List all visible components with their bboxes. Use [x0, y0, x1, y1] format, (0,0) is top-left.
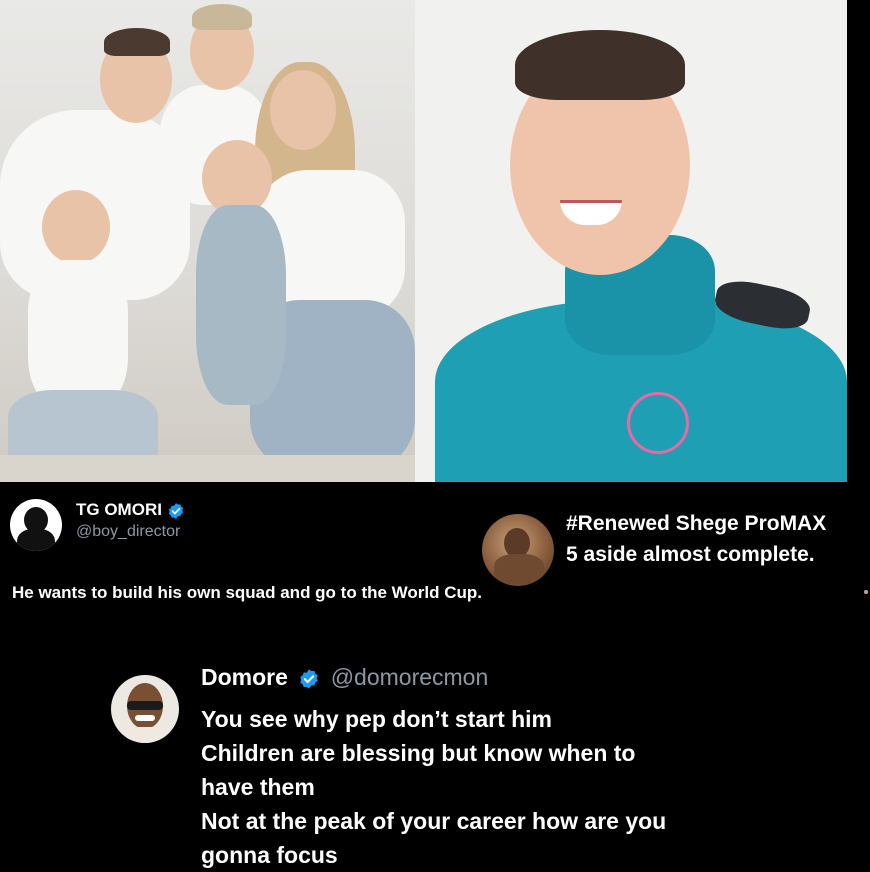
club-crest-icon — [627, 392, 689, 454]
tweet-line: You see why pep don’t start him — [201, 706, 553, 732]
tweet-author-handle[interactable]: @domorecmon — [331, 664, 489, 690]
avatar-body — [119, 727, 171, 743]
avatar-body — [17, 529, 55, 551]
tweet-line: have them — [201, 774, 315, 800]
avatar-glasses — [127, 701, 163, 710]
photo-figure — [42, 190, 110, 264]
avatar-body — [494, 554, 544, 584]
tweet-line: Children are blessing but know when to — [201, 740, 636, 766]
verified-badge-icon — [168, 502, 183, 519]
photo-figure — [28, 260, 128, 410]
avatar-smile — [135, 715, 155, 721]
verified-badge-icon — [300, 669, 319, 689]
avatar-icon[interactable] — [482, 514, 554, 586]
photo-figure — [196, 205, 286, 405]
avatar-icon[interactable] — [10, 499, 62, 551]
tweet-body-text: He wants to build his own squad and go t… — [12, 583, 482, 602]
photo-figure — [192, 4, 252, 30]
tweet-author-name[interactable]: Domore — [201, 664, 288, 690]
tweet-line: Not at the peak of your career how are y… — [201, 808, 667, 834]
avatar-icon[interactable] — [111, 675, 179, 743]
tweet-author-name[interactable]: TG OMORI — [76, 500, 162, 519]
image-edge-strip — [847, 0, 870, 482]
photo-figure — [270, 70, 336, 150]
photo-floor — [0, 455, 415, 482]
family-photo[interactable] — [0, 0, 415, 482]
tweet-body-text: You see why pep don’t start him Children… — [201, 702, 666, 872]
photo-figure — [104, 28, 170, 56]
tweet-author-handle[interactable]: @boy_director — [76, 523, 180, 541]
tweet-line: gonna focus — [201, 842, 338, 868]
tweet-author-name[interactable]: #Renewed Shege ProMAX — [566, 512, 826, 536]
tweet-body-text: 5 aside almost complete. — [566, 543, 815, 566]
photo-hair — [515, 30, 685, 100]
decor-dot — [864, 590, 868, 594]
player-portrait-photo[interactable] — [415, 0, 847, 482]
